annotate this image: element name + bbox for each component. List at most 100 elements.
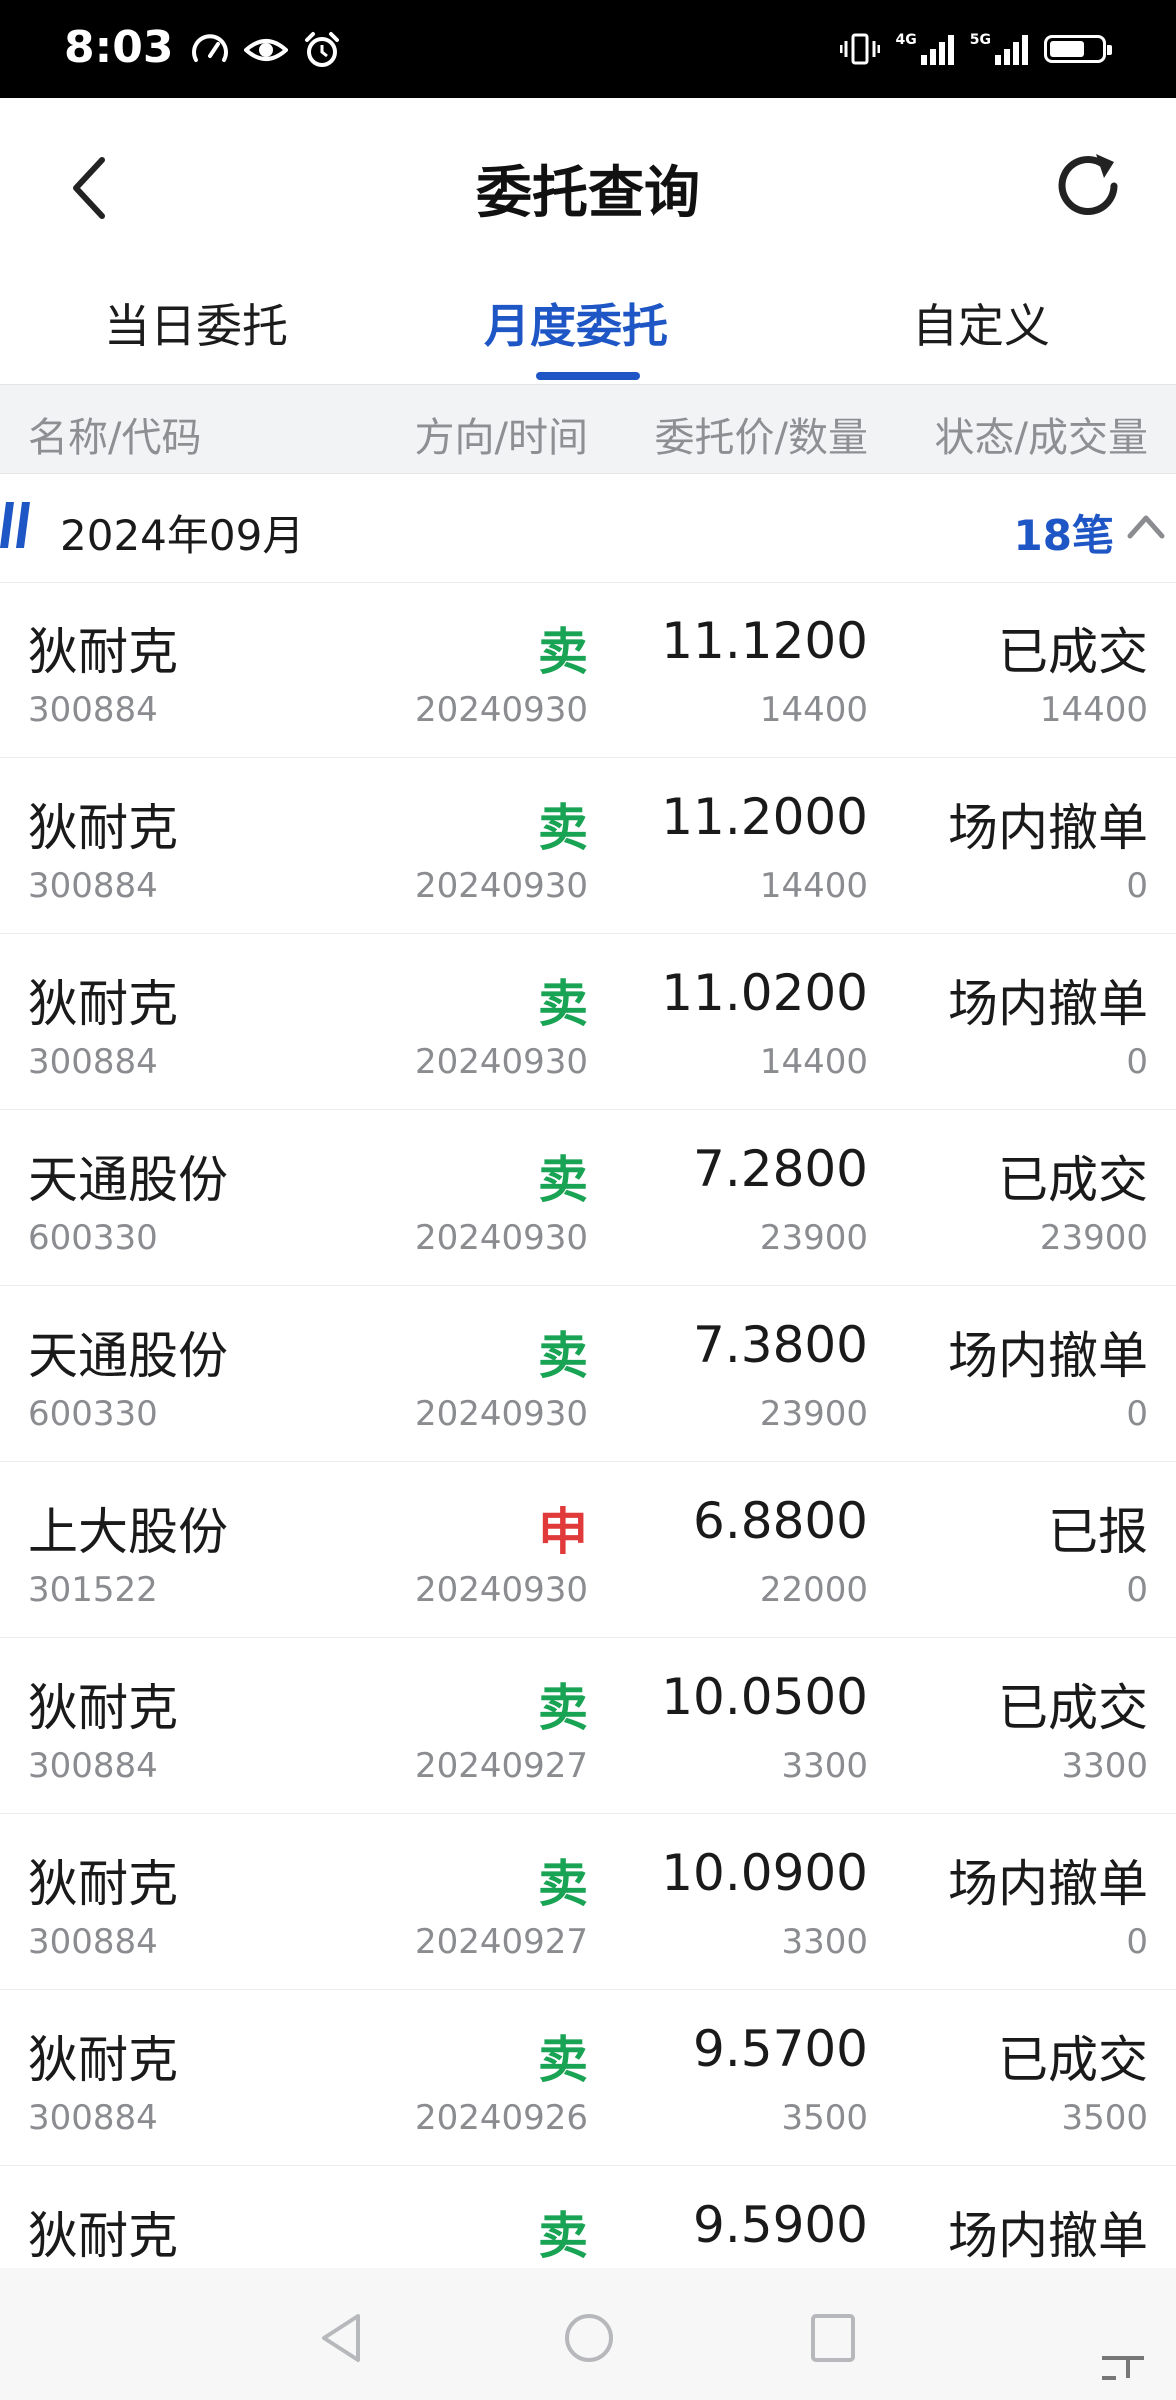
order-price: 10.0900 [661,1844,868,1902]
order-row[interactable]: 狄耐克 300884 卖 20240930 11.0200 14400 场内撤单… [0,934,1176,1110]
order-direction: 卖 [538,2207,588,2265]
order-status: 已成交 [998,1151,1148,1209]
order-date: 20240930 [414,1042,588,1082]
order-date: 20240930 [414,1218,588,1258]
tab-bar: 当日委托 月度委托 自定义 [0,268,1176,384]
refresh-button[interactable] [1048,146,1128,226]
order-price: 9.5700 [693,2020,868,2078]
alarm-icon [305,32,339,67]
order-date: 20240930 [414,1394,588,1434]
order-direction: 卖 [538,1855,588,1913]
order-direction: 申 [538,1503,588,1561]
stock-code: 300884 [28,1922,158,1962]
filled-quantity: 0 [1126,1394,1148,1434]
order-date: 20240930 [414,690,588,730]
order-price: 11.2000 [661,788,868,846]
filled-quantity: 0 [1126,866,1148,906]
order-direction: 卖 [538,1151,588,1209]
filled-quantity: 3300 [1061,1746,1148,1786]
eye-icon [244,39,288,61]
vibrate-icon [839,33,880,65]
order-status: 场内撤单 [948,799,1148,857]
order-price: 6.8800 [693,1492,868,1550]
order-status: 已成交 [998,623,1148,681]
column-price: 委托价/数量 [654,415,868,461]
order-row[interactable]: 天通股份 600330 卖 20240930 7.2800 23900 已成交 … [0,1110,1176,1286]
stock-name: 天通股份 [28,1327,228,1385]
column-name: 名称/代码 [28,415,202,461]
order-quantity: 3500 [781,2098,868,2138]
order-price: 11.1200 [661,612,868,670]
order-status: 场内撤单 [948,975,1148,1033]
stock-name: 狄耐克 [28,1855,178,1913]
battery-icon [1044,35,1112,63]
order-row[interactable]: 狄耐克 300884 卖 20240927 10.0500 3300 已成交 3… [0,1638,1176,1814]
order-row[interactable]: 狄耐克 300884 卖 20240930 11.1200 14400 已成交 … [0,582,1176,758]
nav-recents-button[interactable] [808,2310,858,2366]
stock-name: 狄耐克 [28,975,178,1033]
tab-monthly[interactable]: 月度委托 [484,290,668,356]
order-date: 20240930 [414,866,588,906]
stock-code: 300884 [28,2098,158,2138]
group-marker-icon [0,502,30,548]
order-direction: 卖 [538,623,588,681]
nav-home-button[interactable] [562,2310,616,2366]
order-quantity: 23900 [759,1218,868,1258]
system-nav-bar [0,2268,1176,2400]
filled-quantity: 3500 [1061,2098,1148,2138]
order-status: 场内撤单 [948,1855,1148,1913]
stock-code: 600330 [28,1394,158,1434]
order-quantity: 3300 [781,1746,868,1786]
stock-code: 300884 [28,866,158,906]
order-price: 10.0500 [661,1668,868,1726]
order-date: 20240926 [414,2098,588,2138]
active-tab-indicator [536,372,640,380]
network-label-2: 5G [969,32,991,48]
stock-name: 上大股份 [28,1503,228,1561]
order-status: 已成交 [998,1679,1148,1737]
filled-quantity: 0 [1126,1042,1148,1082]
order-status: 已报 [1048,1503,1148,1561]
order-quantity: 22000 [759,1570,868,1610]
tab-daily[interactable]: 当日委托 [104,290,288,356]
order-direction: 卖 [538,1327,588,1385]
order-list: 狄耐克 300884 卖 20240930 11.1200 14400 已成交 … [0,582,1176,2342]
order-quantity: 23900 [759,1394,868,1434]
order-row[interactable]: 天通股份 600330 卖 20240930 7.3800 23900 场内撤单… [0,1286,1176,1462]
speedometer-icon [192,34,228,62]
order-row[interactable]: 狄耐克 300884 卖 20240930 11.2000 14400 场内撤单… [0,758,1176,934]
stock-name: 狄耐克 [28,623,178,681]
order-date: 20240930 [414,1570,588,1610]
chevron-up-icon[interactable] [1124,510,1168,542]
order-status: 场内撤单 [948,2207,1148,2265]
order-price: 7.2800 [693,1140,868,1198]
nav-menu-icon [1102,2356,1144,2380]
status-time: 8:03 [64,22,174,73]
signal-icon-2 [995,33,1028,65]
nav-back-button[interactable] [316,2310,366,2366]
order-row[interactable]: 狄耐克 300884 卖 20240926 9.5700 3500 已成交 35… [0,1990,1176,2166]
order-quantity: 14400 [759,690,868,730]
order-row[interactable]: 上大股份 301522 申 20240930 6.8800 22000 已报 0 [0,1462,1176,1638]
order-direction: 卖 [538,2031,588,2089]
order-status: 场内撤单 [948,1327,1148,1385]
order-row[interactable]: 狄耐克 300884 卖 20240927 10.0900 3300 场内撤单 … [0,1814,1176,1990]
filled-quantity: 23900 [1039,1218,1148,1258]
order-price: 7.3800 [693,1316,868,1374]
status-left-icons [190,28,342,72]
stock-name: 天通股份 [28,1151,228,1209]
order-date: 20240927 [414,1922,588,1962]
signal-icon [920,33,954,65]
order-quantity: 3300 [781,1922,868,1962]
status-right-icons: 4G 5G [839,26,1112,72]
status-bar: 8:03 4G 5G [0,0,1176,98]
stock-code: 301522 [28,1570,158,1610]
stock-code: 300884 [28,690,158,730]
tab-custom[interactable]: 自定义 [912,290,1050,356]
column-header: 名称/代码 方向/时间 委托价/数量 状态/成交量 [0,384,1176,474]
month-group-header[interactable]: 2024年09月 18笔 [0,472,1176,583]
group-month-label: 2024年09月 [60,511,305,560]
stock-code: 600330 [28,1218,158,1258]
stock-code: 300884 [28,1042,158,1082]
stock-name: 狄耐克 [28,2207,178,2265]
